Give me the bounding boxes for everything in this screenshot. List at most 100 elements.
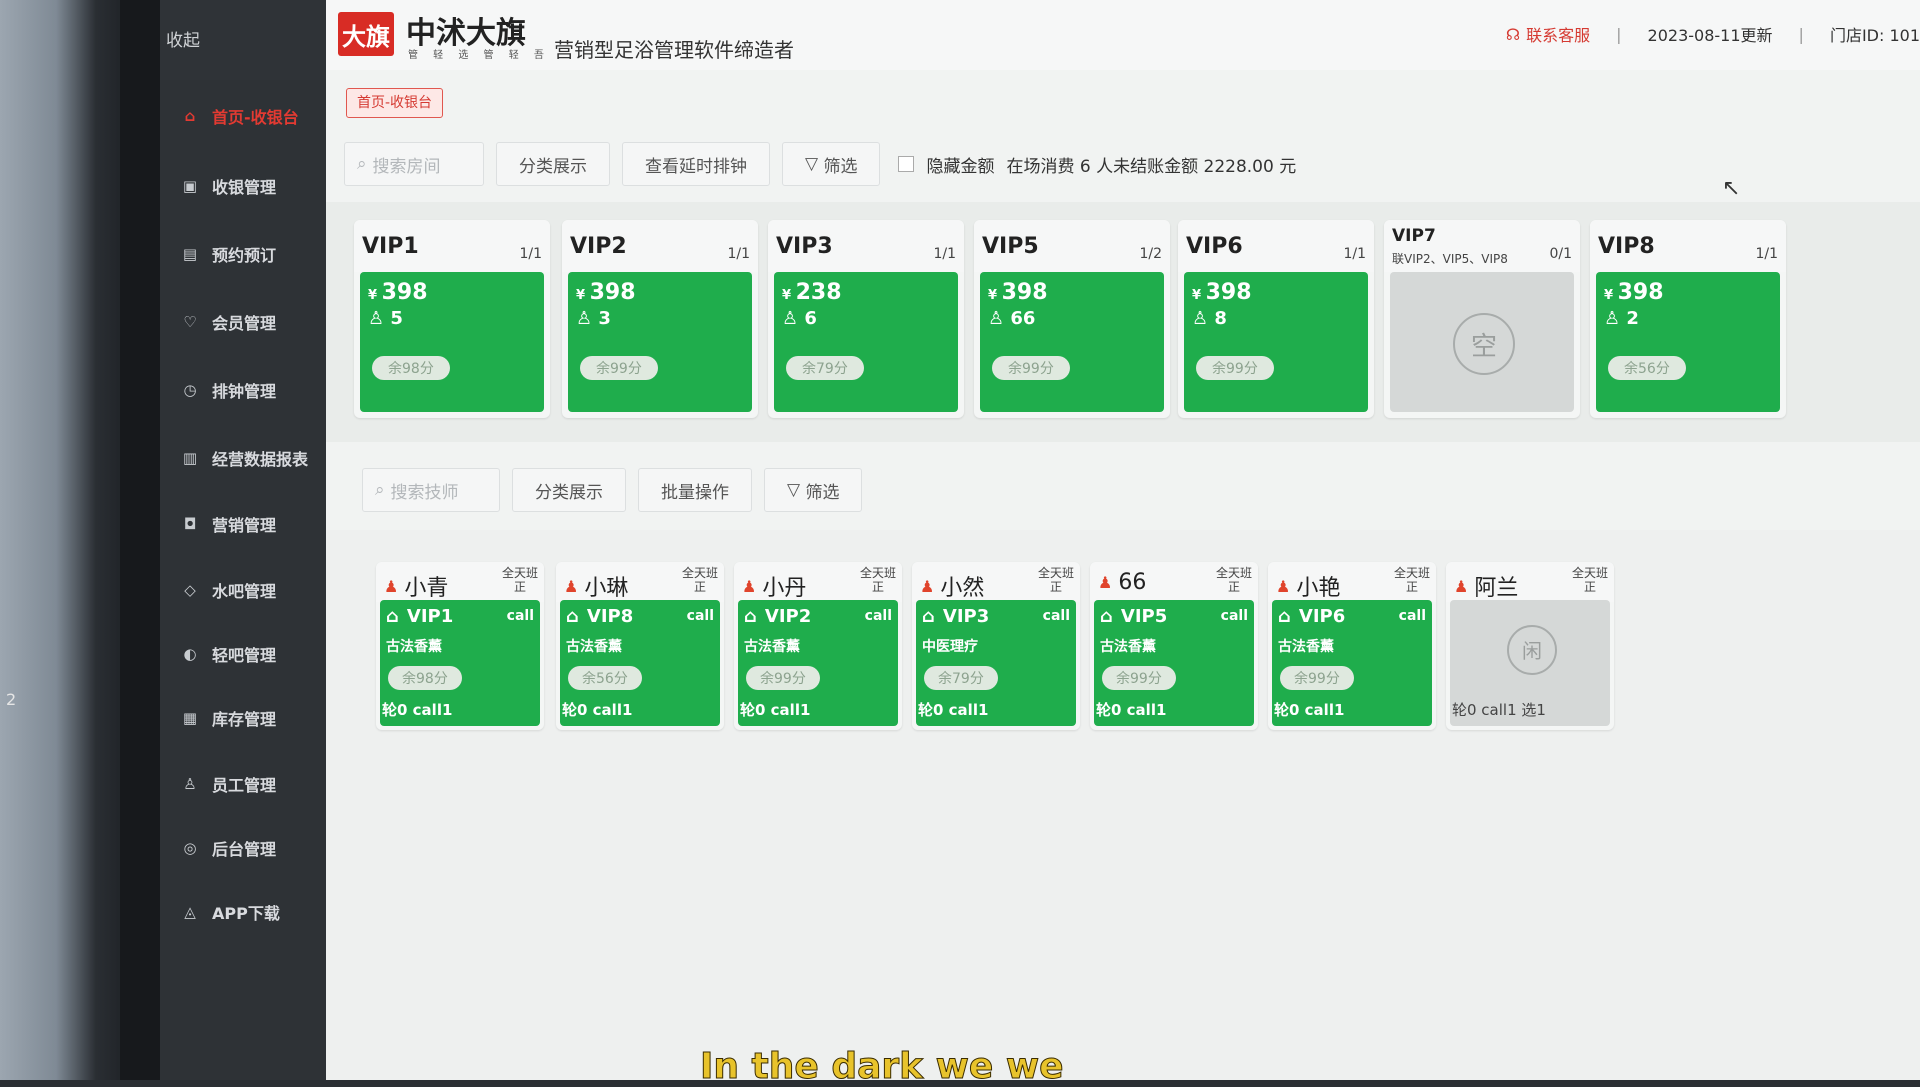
room-people-count: 66: [1010, 308, 1036, 329]
overtime-schedule-button[interactable]: 查看延时排钟: [622, 142, 770, 186]
hide-amount-checkbox[interactable]: [898, 156, 915, 172]
room-card[interactable]: VIP6 1/1 ¥ 398 ♙ 8 余99分: [1178, 220, 1374, 418]
person-icon: ♟: [742, 576, 757, 596]
logo-subtext: 管 轻 选 管 轻 吾: [408, 50, 550, 61]
call-button[interactable]: call: [1399, 608, 1426, 624]
room-card-header: VIP2 1/1: [562, 220, 758, 272]
room-name: VIP6: [1186, 234, 1243, 259]
room-price-value: 398: [1001, 280, 1048, 305]
yen-icon: ¥: [1604, 288, 1618, 303]
rotation-stats: 轮0 call1: [562, 701, 633, 719]
contact-support-link[interactable]: ☊ 联系客服: [1506, 22, 1590, 46]
shift-tag: 正: [693, 580, 706, 594]
sidebar-item-icon: ♙: [183, 775, 197, 793]
sidebar-item-label: APP下载: [212, 904, 280, 923]
room-card-body[interactable]: ¥ 398 ♙ 2 余56分: [1596, 272, 1780, 412]
room-card[interactable]: VIP5 1/2 ¥ 398 ♙ 66 余99分: [974, 220, 1170, 418]
room-card[interactable]: VIP2 1/1 ¥ 398 ♙ 3 余99分: [562, 220, 758, 418]
collapse-label[interactable]: 收起: [166, 26, 200, 51]
batch-operation-button[interactable]: 批量操作: [638, 468, 752, 512]
room-card-body[interactable]: ¥ 238 ♙ 6 余79分: [774, 272, 958, 412]
technician-name-text: 小青: [404, 576, 449, 601]
staff-filter-button[interactable]: ▽ 筛选: [764, 468, 863, 512]
room-card[interactable]: VIP3 1/1 ¥ 238 ♙ 6 余79分: [768, 220, 964, 418]
remaining-time-badge: 余98分: [388, 666, 462, 690]
shift-tag: 正: [513, 580, 526, 594]
technician-card-body[interactable]: ⌂ VIP8 call 古法香薰 余56分 轮0 call1: [560, 600, 720, 726]
breadcrumb-tab[interactable]: 首页-收银台: [346, 88, 444, 118]
technician-card[interactable]: ♟ 66 全天班正 ⌂ VIP5 call 古法香薰 余99分 轮0 call1: [1090, 562, 1258, 730]
room-card[interactable]: VIP1 1/1 ¥ 398 ♙ 5 余98分: [354, 220, 550, 418]
remaining-time-badge: 余99分: [992, 356, 1070, 380]
rotation-stats: 轮0 call1: [740, 701, 811, 719]
room-card-body[interactable]: ¥ 398 ♙ 66 余99分: [980, 272, 1164, 412]
divider: |: [1616, 24, 1622, 44]
mouse-cursor-icon: ↖: [1722, 176, 1741, 201]
room-search-input[interactable]: ⌕ 搜索房间: [344, 142, 484, 186]
room-card-body[interactable]: ¥ 398 ♙ 8 余99分: [1184, 272, 1368, 412]
slogan: 营销型足浴管理软件缔造者: [554, 38, 794, 62]
category-view-button[interactable]: 分类展示: [496, 142, 610, 186]
shift-label: 全天班正: [502, 566, 538, 594]
technician-card[interactable]: ♟ 小琳 全天班正 ⌂ VIP8 call 古法香薰 余56分 轮0 call1: [556, 562, 724, 730]
room-card[interactable]: VIP8 1/1 ¥ 398 ♙ 2 余56分: [1590, 220, 1786, 418]
technician-card-body[interactable]: ⌂ VIP3 call 中医理疗 余79分 轮0 call1: [916, 600, 1076, 726]
sidebar-item-label: 员工管理: [212, 776, 277, 795]
rotation-stats: 轮0 call1: [918, 701, 989, 719]
technician-card-body[interactable]: ⌂ VIP2 call 古法香薰 余99分 轮0 call1: [738, 600, 898, 726]
technician-room-name: VIP6: [1298, 606, 1346, 627]
technician-card[interactable]: ♟ 阿兰 全天班正闲轮0 call1 选1: [1446, 562, 1614, 730]
sidebar-item-label: 轻吧管理: [212, 646, 277, 665]
call-button[interactable]: call: [1043, 608, 1070, 624]
room-card[interactable]: VIP7 联VIP2、VIP5、VIP8 0/1 空: [1384, 220, 1580, 418]
home-icon: ⌂: [922, 606, 935, 627]
room-card-header: VIP5 1/2: [974, 220, 1170, 272]
room-people: ♙ 3: [576, 308, 611, 329]
technician-card[interactable]: ♟ 小青 全天班正 ⌂ VIP1 call 古法香薰 余98分 轮0 call1: [376, 562, 544, 730]
contact-label: 联系客服: [1526, 26, 1591, 45]
header-right: ☊ 联系客服 | 2023-08-11更新 | 门店ID: 101: [1506, 22, 1920, 46]
remaining-time-badge: 余99分: [1196, 356, 1274, 380]
room-card-body[interactable]: ¥ 398 ♙ 5 余98分: [360, 272, 544, 412]
search-icon: ⌕: [357, 154, 367, 174]
service-name: 古法香薰: [386, 639, 442, 655]
room-price-value: 398: [589, 280, 636, 305]
rotation-stats: 轮0 call1: [1096, 701, 1167, 719]
consumption-summary: 在场消费 6 人未结账金额 2228.00 元: [1006, 156, 1297, 177]
room-card-body[interactable]: 空: [1390, 272, 1574, 412]
room-card-body[interactable]: ¥ 398 ♙ 3 余99分: [568, 272, 752, 412]
store-id: 门店ID: 101: [1829, 26, 1920, 45]
room-card-header: VIP6 1/1: [1178, 220, 1374, 272]
room-card-header: VIP7 联VIP2、VIP5、VIP8 0/1: [1384, 220, 1580, 272]
shift-tag: 正: [1049, 580, 1062, 594]
rotation-stats: 轮0 call1: [382, 701, 453, 719]
technician-card-body[interactable]: ⌂ VIP6 call 古法香薰 余99分 轮0 call1: [1272, 600, 1432, 726]
staff-search-input[interactable]: ⌕ 搜索技师: [362, 468, 500, 512]
staff-category-button[interactable]: 分类展示: [512, 468, 626, 512]
room-filter-button[interactable]: ▽ 筛选: [782, 142, 881, 186]
technician-card-body[interactable]: 闲轮0 call1 选1: [1450, 600, 1610, 726]
call-button[interactable]: call: [507, 608, 534, 624]
room-price: ¥ 398: [368, 280, 428, 305]
call-button[interactable]: call: [1221, 608, 1248, 624]
technician-card-body[interactable]: ⌂ VIP5 call 古法香薰 余99分 轮0 call1: [1094, 600, 1254, 726]
technician-card[interactable]: ♟ 小丹 全天班正 ⌂ VIP2 call 古法香薰 余99分 轮0 call1: [734, 562, 902, 730]
sidebar-item-label: 经营数据报表: [212, 450, 309, 469]
bezel-tag: 2: [6, 690, 17, 709]
shift-type: 全天班: [501, 566, 538, 580]
app-header: 大旗 中沭大旗 管 轻 选 管 轻 吾 营销型足浴管理软件缔造者 ☊ 联系客服 …: [326, 0, 1920, 70]
technician-card-header: ♟ 66 全天班正: [1090, 562, 1258, 602]
technician-card[interactable]: ♟ 小然 全天班正 ⌂ VIP3 call 中医理疗 余79分 轮0 call1: [912, 562, 1080, 730]
technician-card[interactable]: ♟ 小艳 全天班正 ⌂ VIP6 call 古法香薰 余99分 轮0 call1: [1268, 562, 1436, 730]
technician-room-name: VIP3: [942, 606, 990, 627]
call-button[interactable]: call: [687, 608, 714, 624]
sidebar-item-icon: ◇: [184, 581, 196, 599]
shift-label: 全天班正: [1216, 566, 1252, 594]
room-price: ¥ 398: [988, 280, 1048, 305]
room-people-count: 8: [1214, 308, 1227, 329]
filter-label: 筛选: [823, 156, 858, 177]
room-name: VIP1: [362, 234, 419, 259]
room-price-value: 238: [795, 280, 842, 305]
technician-card-body[interactable]: ⌂ VIP1 call 古法香薰 余98分 轮0 call1: [380, 600, 540, 726]
call-button[interactable]: call: [865, 608, 892, 624]
